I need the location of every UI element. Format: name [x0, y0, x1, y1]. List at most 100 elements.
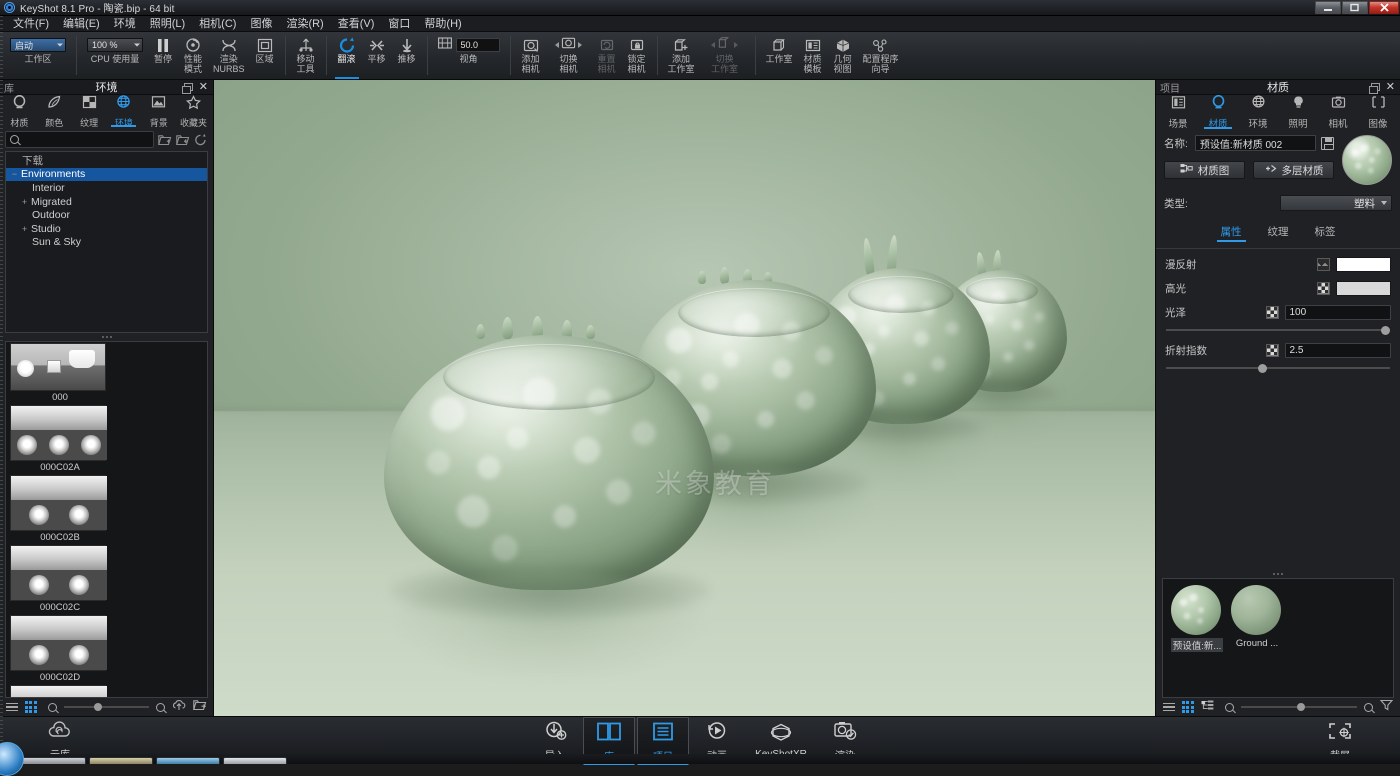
toolbar-geometry-view[interactable]: 几何 视图	[828, 32, 858, 79]
folder-import-icon[interactable]	[193, 698, 207, 716]
project-splitter[interactable]	[1156, 570, 1400, 578]
diffuse-texture-icon[interactable]	[1317, 258, 1330, 271]
project-tab-camera[interactable]: 相机	[1318, 95, 1358, 129]
library-tab-colors[interactable]: 颜色	[37, 95, 72, 127]
material-name-field[interactable]	[1195, 135, 1316, 151]
library-search-input[interactable]	[19, 134, 153, 145]
taskbar-item[interactable]	[22, 757, 86, 764]
material-name-input[interactable]	[1200, 138, 1315, 149]
library-tab-backgrounds[interactable]: 背景	[141, 95, 176, 127]
thumbnail-item[interactable]: 000C02C	[6, 544, 207, 614]
toolbar-render-nurbs[interactable]: 渲染 NURBS	[208, 32, 250, 79]
add-folder-icon[interactable]	[158, 133, 172, 145]
library-undock-icon[interactable]	[184, 83, 193, 91]
taskbar-item[interactable]	[89, 757, 153, 764]
list-view-icon[interactable]	[6, 703, 18, 712]
toolbar-tumble[interactable]: 翻滚	[332, 32, 362, 79]
property-tab-properties[interactable]: 属性	[1221, 224, 1242, 242]
close-button[interactable]	[1369, 1, 1399, 14]
project-tab-material[interactable]: 材质	[1198, 95, 1238, 129]
zoom-in-icon[interactable]	[156, 703, 165, 712]
toolbar-pause[interactable]: 暂停	[148, 32, 178, 79]
thumbnail-item[interactable]: 000C02A	[6, 404, 207, 474]
toolbar-switch-studio[interactable]: 切换 工作室	[700, 32, 750, 79]
library-tab-materials[interactable]: 材质	[2, 95, 37, 127]
prev-camera-arrow[interactable]	[555, 42, 559, 48]
property-tab-textures[interactable]: 纹理	[1268, 224, 1289, 242]
material-list-item[interactable]: 预设值:新...	[1171, 585, 1223, 652]
toolbar-add-camera[interactable]: 添加 相机	[516, 32, 546, 79]
grid-view-icon[interactable]	[25, 701, 37, 713]
prev-studio-arrow[interactable]	[711, 42, 715, 48]
toolbar-dolly[interactable]: 推移	[392, 32, 422, 79]
menu-file[interactable]: 文件(F)	[6, 16, 56, 32]
next-camera-arrow[interactable]	[578, 42, 582, 48]
toolbar-region[interactable]: 区域	[250, 32, 280, 79]
library-close-icon[interactable]: ✕	[199, 83, 208, 92]
menu-environment[interactable]: 环境	[107, 16, 143, 32]
toolbar-studio[interactable]: 工作室	[761, 32, 798, 79]
menu-render[interactable]: 渲染(R)	[279, 16, 330, 32]
material-list-item[interactable]: Ground ...	[1231, 585, 1283, 649]
toolbar-config-wizard[interactable]: 配置程序 向导	[858, 32, 904, 79]
toolbar-lock-camera[interactable]: 锁定 相机	[622, 32, 652, 79]
taskbar-item[interactable]	[223, 757, 287, 764]
tree-item-studio[interactable]: + Studio	[6, 222, 207, 236]
scene-materials-list[interactable]: 预设值:新... Ground ...	[1162, 578, 1394, 698]
menu-view[interactable]: 查看(V)	[331, 16, 382, 32]
fov-value-field[interactable]: 50.0	[456, 38, 500, 52]
minimize-button[interactable]	[1315, 1, 1341, 14]
roughness-texture-icon[interactable]	[1266, 306, 1279, 319]
material-graph-button[interactable]: 材质图	[1164, 161, 1245, 179]
toolbar-move-tool[interactable]: 移动 工具	[291, 32, 321, 79]
toolbar-cpu-usage[interactable]: 100 % CPU 使用量	[82, 32, 148, 79]
library-tab-environments[interactable]: 环境	[106, 95, 141, 127]
ior-value-field[interactable]: 2.5	[1285, 343, 1392, 358]
workspace-combo[interactable]: 启动	[10, 38, 66, 52]
refresh-icon[interactable]	[194, 133, 208, 145]
maximize-button[interactable]	[1342, 1, 1368, 14]
zoom-out-icon[interactable]	[1225, 703, 1234, 712]
toolbar-workspace[interactable]: 启动 工作区	[5, 32, 71, 79]
diffuse-color-swatch[interactable]	[1336, 257, 1391, 272]
render-viewport[interactable]: 米象教育	[214, 80, 1155, 716]
menu-camera[interactable]: 相机(C)	[192, 16, 243, 32]
project-tab-image[interactable]: 图像	[1358, 95, 1398, 129]
project-undock-icon[interactable]	[1371, 83, 1380, 91]
tree-view-icon[interactable]	[1201, 698, 1214, 716]
specular-texture-icon[interactable]	[1317, 282, 1330, 295]
toolbar-reset-camera[interactable]: 重置 相机	[592, 32, 622, 79]
menu-help[interactable]: 帮助(H)	[417, 16, 468, 32]
toolbar-fov[interactable]: 50.0 视角	[433, 32, 505, 79]
tree-item-outdoor[interactable]: Outdoor	[6, 208, 207, 222]
thumbnail-size-slider[interactable]	[64, 706, 149, 708]
toolbar-switch-camera[interactable]: 切换 相机	[546, 32, 592, 79]
grid-view-icon[interactable]	[1182, 701, 1194, 713]
project-tab-lighting[interactable]: 照明	[1278, 95, 1318, 129]
tree-item-sun-and-sky[interactable]: Sun & Sky	[6, 236, 207, 250]
toolbar-pan[interactable]: 平移	[362, 32, 392, 79]
save-icon[interactable]	[1321, 137, 1334, 150]
menu-lighting[interactable]: 照明(L)	[143, 16, 192, 32]
cpu-combo[interactable]: 100 %	[87, 38, 143, 52]
library-tab-favorites[interactable]: 收藏夹	[176, 95, 211, 127]
library-thumbnail-list[interactable]: 000 000C02A 000C02B	[5, 341, 208, 698]
toolbar-material-template[interactable]: 材质 模板	[798, 32, 828, 79]
tree-expander[interactable]: −	[10, 169, 19, 179]
material-preview-sphere[interactable]	[1342, 135, 1392, 185]
tree-item-migrated[interactable]: + Migrated	[6, 195, 207, 209]
menu-image[interactable]: 图像	[243, 16, 279, 32]
thumbnail-item[interactable]	[6, 684, 207, 698]
window-resize-edge[interactable]	[0, 16, 3, 754]
tree-expander[interactable]: +	[20, 224, 29, 234]
taskbar-item[interactable]	[156, 757, 220, 764]
library-tree[interactable]: 下载 − Environments Interior + Migrated Ou…	[5, 151, 208, 333]
thumbnail-item[interactable]: 000C02D	[6, 614, 207, 684]
next-studio-arrow[interactable]	[734, 42, 738, 48]
tree-expander[interactable]: +	[20, 197, 29, 207]
library-tab-textures[interactable]: 纹理	[72, 95, 107, 127]
project-tab-environment[interactable]: 环境	[1238, 95, 1278, 129]
tree-item-environments[interactable]: − Environments	[6, 168, 207, 182]
property-tab-labels[interactable]: 标签	[1315, 224, 1336, 242]
filter-icon[interactable]	[1380, 698, 1393, 716]
